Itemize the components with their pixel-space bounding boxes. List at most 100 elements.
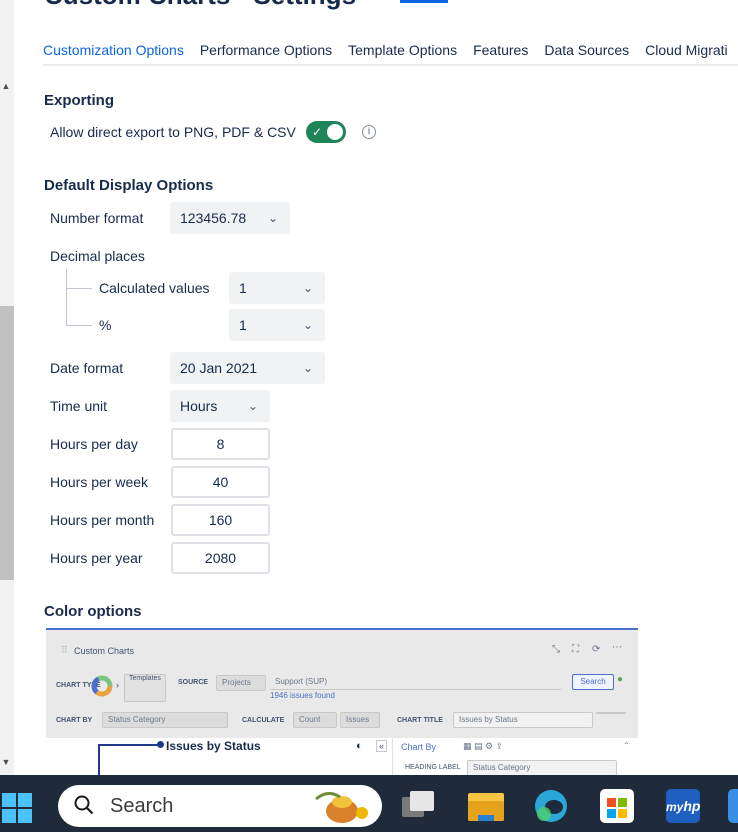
- percent-select[interactable]: 1 ⌄: [229, 309, 325, 341]
- calculated-values-label: Calculated values: [99, 280, 210, 296]
- task-view-icon[interactable]: [402, 789, 436, 823]
- issues-found: 1946 issues found: [270, 691, 335, 700]
- allow-export-toggle[interactable]: ✓: [306, 121, 346, 143]
- hours-per-month-label: Hours per month: [50, 512, 155, 528]
- source-value: Projects: [222, 678, 251, 687]
- hours-per-day-label: Hours per day: [50, 436, 138, 452]
- expand-icon: ⌃: [623, 741, 630, 750]
- calculate-of-value: Issues: [346, 715, 370, 724]
- date-format-select[interactable]: 20 Jan 2021 ⌄: [170, 352, 325, 384]
- chevron-down-icon: ⌄: [267, 211, 278, 225]
- chart-by-tab: Chart By: [401, 742, 437, 752]
- tab-customization-options[interactable]: Customization Options: [43, 32, 184, 64]
- percent-label: %: [99, 317, 112, 333]
- calculate-of-select: Issues: [340, 712, 380, 728]
- preview-search-button: Search: [572, 674, 614, 690]
- donut-chart-icon: [91, 675, 113, 697]
- myhp-icon[interactable]: myhp: [666, 789, 700, 823]
- microsoft-store-icon[interactable]: [600, 789, 634, 823]
- hours-per-month-input[interactable]: 160: [171, 504, 270, 536]
- tree-line: [66, 269, 67, 326]
- tab-performance-options[interactable]: Performance Options: [200, 32, 332, 64]
- drag-handle-icon: ⠿: [61, 645, 68, 655]
- chart-by-value: Status Category: [108, 715, 166, 724]
- templates-label: Templates: [129, 675, 161, 682]
- hours-per-year-label: Hours per year: [50, 550, 143, 566]
- chart-preview: ⠿ Custom Charts ⤡ ⛶ ⟳ ⋯ CHART TYPE › Tem…: [46, 628, 638, 776]
- theme-icon: ◐: [356, 740, 363, 752]
- chart-by-label: CHART BY: [56, 717, 93, 724]
- collapse-icon: «: [376, 740, 388, 752]
- minimize-icon: ⤡: [552, 644, 560, 655]
- date-format-label: Date format: [50, 360, 124, 376]
- hours-per-week-label: Hours per week: [50, 474, 149, 490]
- chevron-down-icon: ⌄: [302, 318, 313, 332]
- number-format-label: Number format: [50, 210, 144, 226]
- file-explorer-icon[interactable]: [468, 789, 504, 823]
- windows-taskbar: Search myhp: [0, 775, 738, 832]
- windows-start-icon[interactable]: [2, 793, 34, 825]
- chart-node: [157, 741, 164, 748]
- help-icon: ●: [617, 674, 624, 685]
- heading-label: HEADING LABEL: [405, 764, 461, 771]
- preview-chart-area: Issues by Status ◐ « Chart By ▦ ▤ ⚙ ⇪ ⌃ …: [46, 738, 638, 776]
- chart-by-select: Status Category: [102, 712, 228, 728]
- search-placeholder: Search: [110, 795, 174, 817]
- allow-export-label: Allow direct export to PNG, PDF & CSV: [50, 124, 296, 140]
- heading-label-value: Status Category: [473, 763, 531, 772]
- calculated-values-select[interactable]: 1 ⌄: [229, 272, 325, 304]
- info-icon[interactable]: i: [362, 125, 376, 139]
- scrollbar-thumb[interactable]: [0, 306, 14, 580]
- tab-features[interactable]: Features: [473, 32, 528, 64]
- refresh-icon: ⟳: [592, 644, 601, 655]
- chart-title-value: Issues by Status: [459, 715, 518, 724]
- calculate-label: CALCULATE: [242, 717, 285, 724]
- hours-per-week-input[interactable]: 40: [171, 466, 270, 498]
- source-label: SOURCE: [178, 679, 208, 686]
- taskbar-search[interactable]: Search: [58, 785, 382, 827]
- time-unit-select[interactable]: Hours ⌄: [170, 390, 270, 422]
- edge-browser-icon[interactable]: [534, 789, 568, 823]
- decimal-places-label: Decimal places: [50, 248, 145, 264]
- source-select: Projects: [216, 675, 266, 691]
- project-value: Support (SUP): [275, 677, 328, 686]
- calculated-values-value: 1: [239, 280, 247, 296]
- check-icon: ✓: [312, 125, 323, 139]
- search-highlight-icon: [315, 792, 368, 823]
- exporting-heading: Exporting: [44, 92, 114, 109]
- align-select: [596, 712, 626, 714]
- scroll-up-icon[interactable]: ▲: [0, 80, 12, 92]
- search-icon: [74, 795, 94, 815]
- templates-button: Templates: [124, 674, 166, 702]
- chart-title-input: Issues by Status: [453, 712, 593, 728]
- panel-toolbar-icons: ▦ ▤ ⚙ ⇪: [463, 741, 504, 751]
- header-accent-bar: [400, 0, 448, 3]
- date-format-value: 20 Jan 2021: [180, 360, 258, 376]
- preview-title: Custom Charts: [74, 646, 135, 656]
- more-icon: ⋯: [612, 642, 622, 653]
- page-title: Custom Charts - Settings: [44, 0, 356, 11]
- chart-heading: Issues by Status: [166, 739, 261, 753]
- time-unit-label: Time unit: [50, 398, 108, 414]
- tab-template-options[interactable]: Template Options: [348, 32, 457, 64]
- chart-connector-line: [98, 744, 100, 776]
- chevron-down-icon: ⌄: [247, 399, 258, 413]
- tab-data-sources[interactable]: Data Sources: [544, 32, 629, 64]
- time-unit-value: Hours: [180, 398, 218, 414]
- chevron-right-icon: ›: [116, 680, 119, 690]
- chart-title-label: CHART TITLE: [397, 717, 443, 724]
- chart-connector-line: [98, 744, 160, 746]
- number-format-select[interactable]: 123456.78 ⌄: [170, 202, 290, 234]
- project-select: Support (SUP): [270, 675, 562, 690]
- heading-label-input: Status Category: [467, 760, 617, 776]
- tree-branch: [66, 288, 92, 289]
- scroll-down-icon[interactable]: ▼: [0, 756, 12, 768]
- tree-branch: [66, 325, 92, 326]
- tab-cloud-migration[interactable]: Cloud Migrati: [645, 32, 727, 64]
- calculate-value: Count: [299, 715, 321, 724]
- hours-per-day-input[interactable]: 8: [171, 428, 270, 460]
- hours-per-year-input[interactable]: 2080: [171, 542, 270, 574]
- color-options-heading: Color options: [44, 603, 142, 620]
- app-icon-cut-off[interactable]: [728, 789, 738, 823]
- display-options-heading: Default Display Options: [44, 177, 214, 194]
